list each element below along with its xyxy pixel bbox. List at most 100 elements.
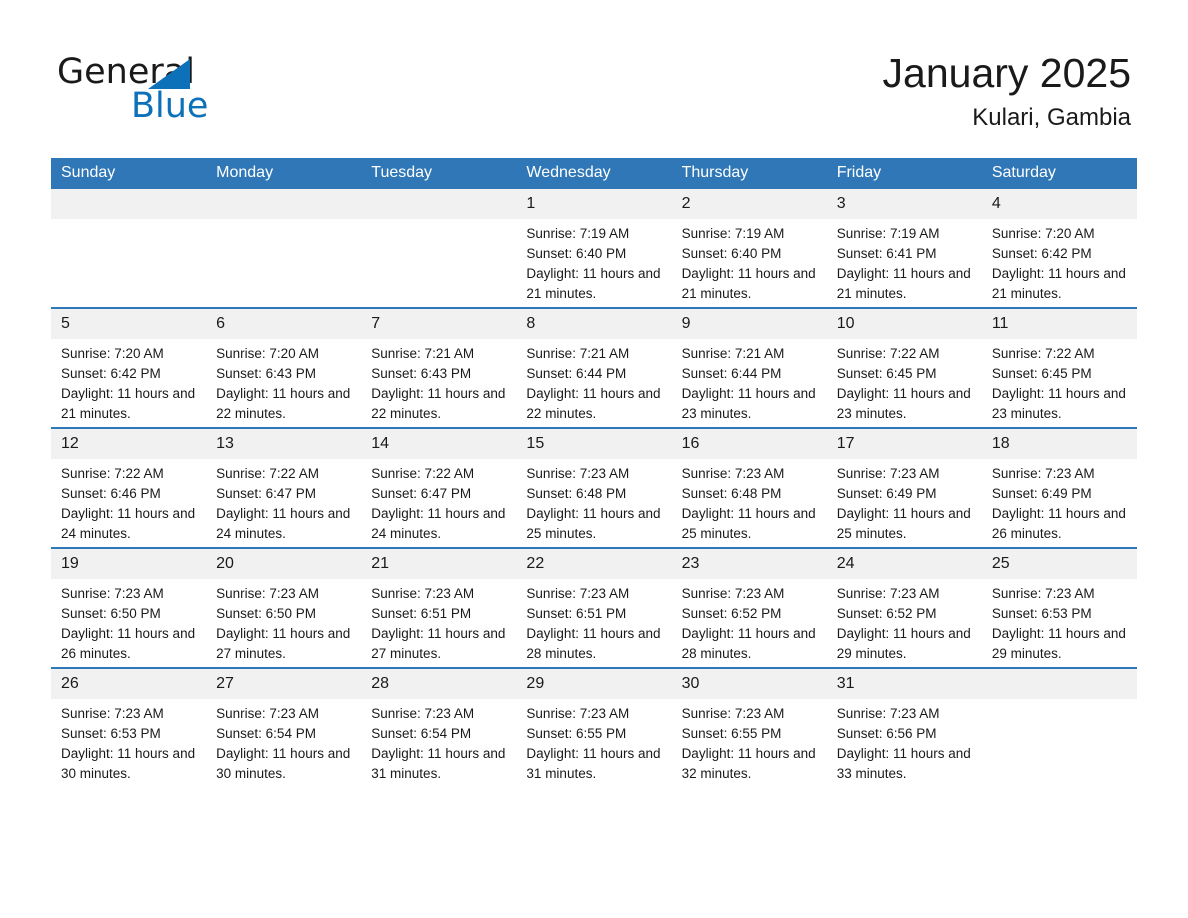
weekday-header-thursday: Thursday	[671, 158, 827, 189]
sunset-text: Sunset: 6:53 PM	[991, 606, 1092, 621]
calendar-day-cell[interactable]: 4 Sunrise: 7:20 AM Sunset: 6:42 PM Daylight…	[981, 189, 1137, 308]
calendar-day-cell[interactable]: 26 Sunrise: 7:23 AM Sunset: 6:53 PM Dayligh…	[51, 667, 207, 787]
calendar-day-cell[interactable]: 30 Sunrise: 7:23 AM Sunset: 6:55 PM Dayligh…	[671, 667, 827, 787]
title-block: January 2025 Kulari, Gambia	[883, 48, 1131, 132]
sunset-text: Sunset: 6:48 PM	[681, 486, 782, 501]
sunrise-text: Sunrise: 7:21 AM	[526, 346, 630, 361]
day-number: 4	[981, 189, 1137, 219]
calendar-cell-empty	[51, 189, 207, 308]
calendar-day-cell[interactable]: 20 Sunrise: 7:23 AM Sunset: 6:50 PM Dayligh…	[206, 547, 362, 668]
calendar-day-cell[interactable]: 28 Sunrise: 7:23 AM Sunset: 6:54 PM Dayligh…	[361, 667, 517, 787]
day-details: Sunrise: 7:19 AM Sunset: 6:41 PM Daylight:…	[827, 219, 982, 304]
page-header: General Blue January 2025 Kulari, Gambia	[0, 0, 1188, 150]
day-number	[51, 189, 207, 219]
sunrise-text: Sunrise: 7:20 AM	[61, 346, 164, 361]
sunset-text: Sunset: 6:53 PM	[61, 726, 161, 741]
calendar-day-cell[interactable]: 2 Sunrise: 7:19 AM Sunset: 6:40 PM Daylight…	[671, 189, 827, 308]
calendar-day-cell[interactable]: 6 Sunrise: 7:20 AM Sunset: 6:43 PM Daylight…	[206, 307, 362, 428]
logo-text-blue: Blue	[131, 86, 209, 126]
sunset-text: Sunset: 6:52 PM	[836, 606, 937, 621]
calendar-day-cell[interactable]: 3 Sunrise: 7:19 AM Sunset: 6:41 PM Daylight…	[826, 189, 982, 308]
calendar-week-row: 26 Sunrise: 7:23 AM Sunset: 6:53 PM Dayligh…	[51, 667, 1137, 787]
day-number: 31	[826, 669, 982, 699]
day-number	[206, 189, 362, 219]
calendar-day-cell[interactable]: 24 Sunrise: 7:23 AM Sunset: 6:52 PM Dayligh…	[826, 547, 982, 668]
calendar-day-cell[interactable]: 19 Sunrise: 7:23 AM Sunset: 6:50 PM Dayligh…	[51, 547, 207, 668]
sunrise-text: Sunrise: 7:23 AM	[681, 586, 785, 601]
calendar-day-cell[interactable]: 29 Sunrise: 7:23 AM Sunset: 6:55 PM Dayligh…	[516, 667, 672, 787]
calendar-week-row: 12 Sunrise: 7:22 AM Sunset: 6:46 PM Dayligh…	[51, 427, 1137, 548]
sunset-text: Sunset: 6:45 PM	[836, 366, 937, 381]
day-number: 12	[51, 429, 207, 459]
calendar-day-cell[interactable]: 21 Sunrise: 7:23 AM Sunset: 6:51 PM Dayligh…	[361, 547, 517, 668]
day-number: 3	[826, 189, 982, 219]
calendar-day-cell[interactable]: 1 Sunrise: 7:19 AM Sunset: 6:40 PM Daylight…	[516, 189, 672, 308]
daylight-text: Daylight: 11 hours and 29 minutes.	[836, 626, 971, 661]
day-number: 11	[981, 309, 1137, 339]
day-details: Sunrise: 7:21 AM Sunset: 6:44 PM Daylight:…	[672, 339, 827, 424]
triangle-icon	[148, 59, 190, 89]
sunset-text: Sunset: 6:49 PM	[991, 486, 1092, 501]
sunrise-text: Sunrise: 7:23 AM	[836, 466, 940, 481]
sunrise-text: Sunrise: 7:23 AM	[371, 706, 475, 721]
day-number: 23	[671, 549, 827, 579]
sunset-text: Sunset: 6:42 PM	[61, 366, 161, 381]
calendar-day-cell[interactable]: 7 Sunrise: 7:21 AM Sunset: 6:43 PM Daylight…	[361, 307, 517, 428]
sunrise-text: Sunrise: 7:23 AM	[836, 586, 940, 601]
day-number: 21	[361, 549, 517, 579]
calendar-cell-empty	[206, 189, 362, 308]
daylight-text: Daylight: 11 hours and 26 minutes.	[61, 626, 196, 661]
calendar-day-cell[interactable]: 12 Sunrise: 7:22 AM Sunset: 6:46 PM Dayligh…	[51, 427, 207, 548]
day-number: 27	[206, 669, 362, 699]
calendar-day-cell[interactable]: 14 Sunrise: 7:22 AM Sunset: 6:47 PM Dayligh…	[361, 427, 517, 548]
daylight-text: Daylight: 11 hours and 30 minutes.	[216, 746, 351, 781]
calendar-day-cell[interactable]: 15 Sunrise: 7:23 AM Sunset: 6:48 PM Dayligh…	[516, 427, 672, 548]
calendar-day-cell[interactable]: 27 Sunrise: 7:23 AM Sunset: 6:54 PM Dayligh…	[206, 667, 362, 787]
sunrise-text: Sunrise: 7:23 AM	[526, 586, 630, 601]
sunset-text: Sunset: 6:56 PM	[836, 726, 937, 741]
daylight-text: Daylight: 11 hours and 30 minutes.	[61, 746, 196, 781]
day-number: 15	[516, 429, 672, 459]
day-details: Sunrise: 7:20 AM Sunset: 6:42 PM Daylight:…	[982, 219, 1137, 304]
weekday-header-tuesday: Tuesday	[361, 158, 517, 189]
daylight-text: Daylight: 11 hours and 28 minutes.	[526, 626, 661, 661]
calendar-day-cell[interactable]: 11 Sunrise: 7:22 AM Sunset: 6:45 PM Dayligh…	[981, 307, 1137, 428]
general-blue-logo[interactable]: General Blue	[57, 52, 287, 130]
calendar-body: 1 Sunrise: 7:19 AM Sunset: 6:40 PM Daylight…	[51, 189, 1137, 787]
weekday-header-wednesday: Wednesday	[516, 158, 672, 189]
sunset-text: Sunset: 6:43 PM	[371, 366, 472, 381]
daylight-text: Daylight: 11 hours and 21 minutes.	[61, 386, 196, 421]
calendar-day-cell[interactable]: 10 Sunrise: 7:22 AM Sunset: 6:45 PM Dayligh…	[826, 307, 982, 428]
sunrise-text: Sunrise: 7:20 AM	[216, 346, 319, 361]
sunset-text: Sunset: 6:55 PM	[526, 726, 627, 741]
sunset-text: Sunset: 6:43 PM	[216, 366, 316, 381]
daylight-text: Daylight: 11 hours and 31 minutes.	[526, 746, 661, 781]
day-details: Sunrise: 7:23 AM Sunset: 6:52 PM Daylight:…	[827, 579, 982, 664]
calendar-day-cell[interactable]: 31 Sunrise: 7:23 AM Sunset: 6:56 PM Dayligh…	[826, 667, 982, 787]
calendar-week-row: 5 Sunrise: 7:20 AM Sunset: 6:42 PM Daylight…	[51, 307, 1137, 428]
daylight-text: Daylight: 11 hours and 27 minutes.	[216, 626, 351, 661]
calendar-day-cell[interactable]: 25 Sunrise: 7:23 AM Sunset: 6:53 PM Dayligh…	[981, 547, 1137, 668]
calendar-day-cell[interactable]: 13 Sunrise: 7:22 AM Sunset: 6:47 PM Dayligh…	[206, 427, 362, 548]
calendar-grid: Sunday Monday Tuesday Wednesday Thursday…	[51, 158, 1137, 787]
day-details: Sunrise: 7:19 AM Sunset: 6:40 PM Daylight:…	[672, 219, 827, 304]
calendar-day-cell[interactable]: 22 Sunrise: 7:23 AM Sunset: 6:51 PM Dayligh…	[516, 547, 672, 668]
calendar-day-cell[interactable]: 18 Sunrise: 7:23 AM Sunset: 6:49 PM Dayligh…	[981, 427, 1137, 548]
sunset-text: Sunset: 6:41 PM	[836, 246, 937, 261]
calendar-day-cell[interactable]: 16 Sunrise: 7:23 AM Sunset: 6:48 PM Dayligh…	[671, 427, 827, 548]
calendar-day-cell[interactable]: 17 Sunrise: 7:23 AM Sunset: 6:49 PM Dayligh…	[826, 427, 982, 548]
daylight-text: Daylight: 11 hours and 28 minutes.	[681, 626, 816, 661]
sunset-text: Sunset: 6:40 PM	[526, 246, 627, 261]
calendar-day-cell[interactable]: 5 Sunrise: 7:20 AM Sunset: 6:42 PM Daylight…	[51, 307, 207, 428]
day-details: Sunrise: 7:23 AM Sunset: 6:48 PM Daylight:…	[516, 459, 671, 544]
weekday-header-friday: Friday	[826, 158, 982, 189]
calendar-day-cell[interactable]: 9 Sunrise: 7:21 AM Sunset: 6:44 PM Daylight…	[671, 307, 827, 428]
day-number: 17	[826, 429, 982, 459]
calendar-day-cell[interactable]: 23 Sunrise: 7:23 AM Sunset: 6:52 PM Dayligh…	[671, 547, 827, 668]
daylight-text: Daylight: 11 hours and 25 minutes.	[681, 506, 816, 541]
day-number: 13	[206, 429, 362, 459]
day-number: 7	[361, 309, 517, 339]
calendar-day-cell[interactable]: 8 Sunrise: 7:21 AM Sunset: 6:44 PM Daylight…	[516, 307, 672, 428]
sunset-text: Sunset: 6:49 PM	[836, 486, 937, 501]
sunrise-text: Sunrise: 7:23 AM	[681, 466, 785, 481]
